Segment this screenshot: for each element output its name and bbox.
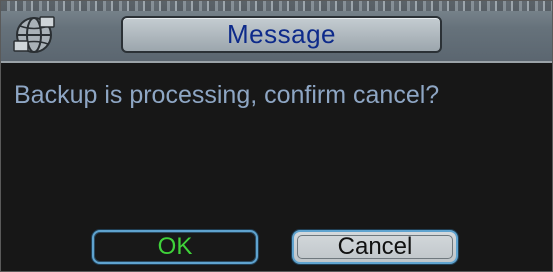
network-globe-icon <box>11 11 57 57</box>
message-dialog: Message Backup is processing, confirm ca… <box>0 0 553 272</box>
dialog-message: Backup is processing, confirm cancel? <box>14 81 440 109</box>
dialog-titlebar: Message <box>1 1 552 63</box>
titlebar-pattern <box>1 1 552 11</box>
dialog-title: Message <box>227 19 336 49</box>
ok-button-label: OK <box>157 233 193 260</box>
ok-button[interactable]: OK <box>92 230 258 264</box>
cancel-button[interactable]: Cancel <box>292 230 458 264</box>
title-box: Message <box>121 16 442 53</box>
cancel-button-label: Cancel <box>337 233 413 260</box>
